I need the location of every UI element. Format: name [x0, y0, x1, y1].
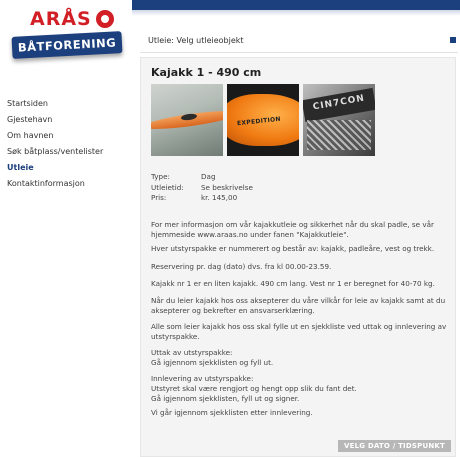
detail-value: Dag: [201, 172, 216, 181]
detail-value: kr. 145,00: [201, 193, 238, 202]
equipment-net: [307, 120, 371, 150]
kayak-photo-1[interactable]: [151, 84, 223, 156]
logo-banner-text: BÅTFORENING: [17, 35, 117, 55]
page: ARÅS BÅTFORENING Startsiden Gjestehavn O…: [0, 0, 460, 457]
description-paragraph: Når du leier kajakk hos oss aksepterer d…: [151, 296, 446, 315]
description-paragraph: For mer informasjon om vår kajakkutleie …: [151, 220, 434, 239]
club-logo[interactable]: ARÅS BÅTFORENING: [8, 4, 126, 76]
sidebar-item-utleie[interactable]: Utleie: [0, 160, 132, 176]
kayak-photo-3[interactable]: CIN7CON: [303, 84, 375, 156]
description-paragraph: Hver utstyrspakke er nummerert og består…: [151, 244, 435, 253]
kayak-photo-2[interactable]: EXPEDITION: [227, 84, 299, 156]
sidebar-nav: Startsiden Gjestehavn Om havnen Søk båtp…: [0, 96, 132, 192]
logo-banner: BÅTFORENING: [11, 31, 123, 59]
description-paragraph: Innlevering av utstyrspakke: Utstyret sk…: [151, 374, 357, 403]
top-bar-gradient: [132, 10, 460, 16]
description-paragraph: Uttak av utstyrspakke: Gå igjennom sjekk…: [151, 348, 274, 367]
description-paragraph: Vi går igjennom sjekklisten etter innlev…: [151, 408, 313, 417]
top-bar: [132, 0, 460, 10]
lifebuoy-icon: [96, 10, 114, 28]
detail-row-utleietid: Utleietid: Se beskrivelse: [151, 183, 253, 194]
item-title: Kajakk 1 - 490 cm: [151, 66, 262, 79]
sidebar-item-sok-batplass[interactable]: Søk båtplass/ventelister: [0, 144, 132, 160]
sidebar-item-gjestehavn[interactable]: Gjestehavn: [0, 112, 132, 128]
sidebar-item-startsiden[interactable]: Startsiden: [0, 96, 132, 112]
detail-row-pris: Pris: kr. 145,00: [151, 193, 253, 204]
sidebar-item-kontaktinformasjon[interactable]: Kontaktinformasjon: [0, 176, 132, 192]
description-paragraph: Kajakk nr 1 er en liten kajakk. 490 cm l…: [151, 279, 435, 288]
detail-label: Utleietid:: [151, 182, 184, 192]
detail-row-type: Type: Dag: [151, 172, 253, 183]
detail-label: Pris:: [151, 193, 167, 202]
sidebar: ARÅS BÅTFORENING Startsiden Gjestehavn O…: [0, 0, 132, 457]
close-icon[interactable]: [450, 37, 456, 43]
divider: [140, 52, 458, 53]
breadcrumb: Utleie: Velg utleieobjekt: [148, 36, 244, 45]
logo-wordmark: ARÅS: [30, 8, 92, 30]
sidebar-item-om-havnen[interactable]: Om havnen: [0, 128, 132, 144]
description-paragraph: Reservering pr. dag (dato) dvs. fra kl 0…: [151, 262, 332, 271]
equipment-band: CIN7CON: [303, 87, 375, 123]
item-details: Type: Dag Utleietid: Se beskrivelse Pris…: [151, 172, 253, 204]
equipment-brand-text: CIN7CON: [312, 93, 366, 113]
detail-label: Type:: [151, 172, 170, 181]
detail-value: Se beskrivelse: [201, 182, 253, 192]
description-paragraph: Alle som leier kajakk hos oss skal fylle…: [151, 322, 447, 341]
rental-item-panel: Kajakk 1 - 490 cm EXPEDITION CIN7CON Typ: [140, 57, 456, 457]
select-date-button[interactable]: VELG DATO / TIDSPUNKT: [338, 440, 451, 452]
